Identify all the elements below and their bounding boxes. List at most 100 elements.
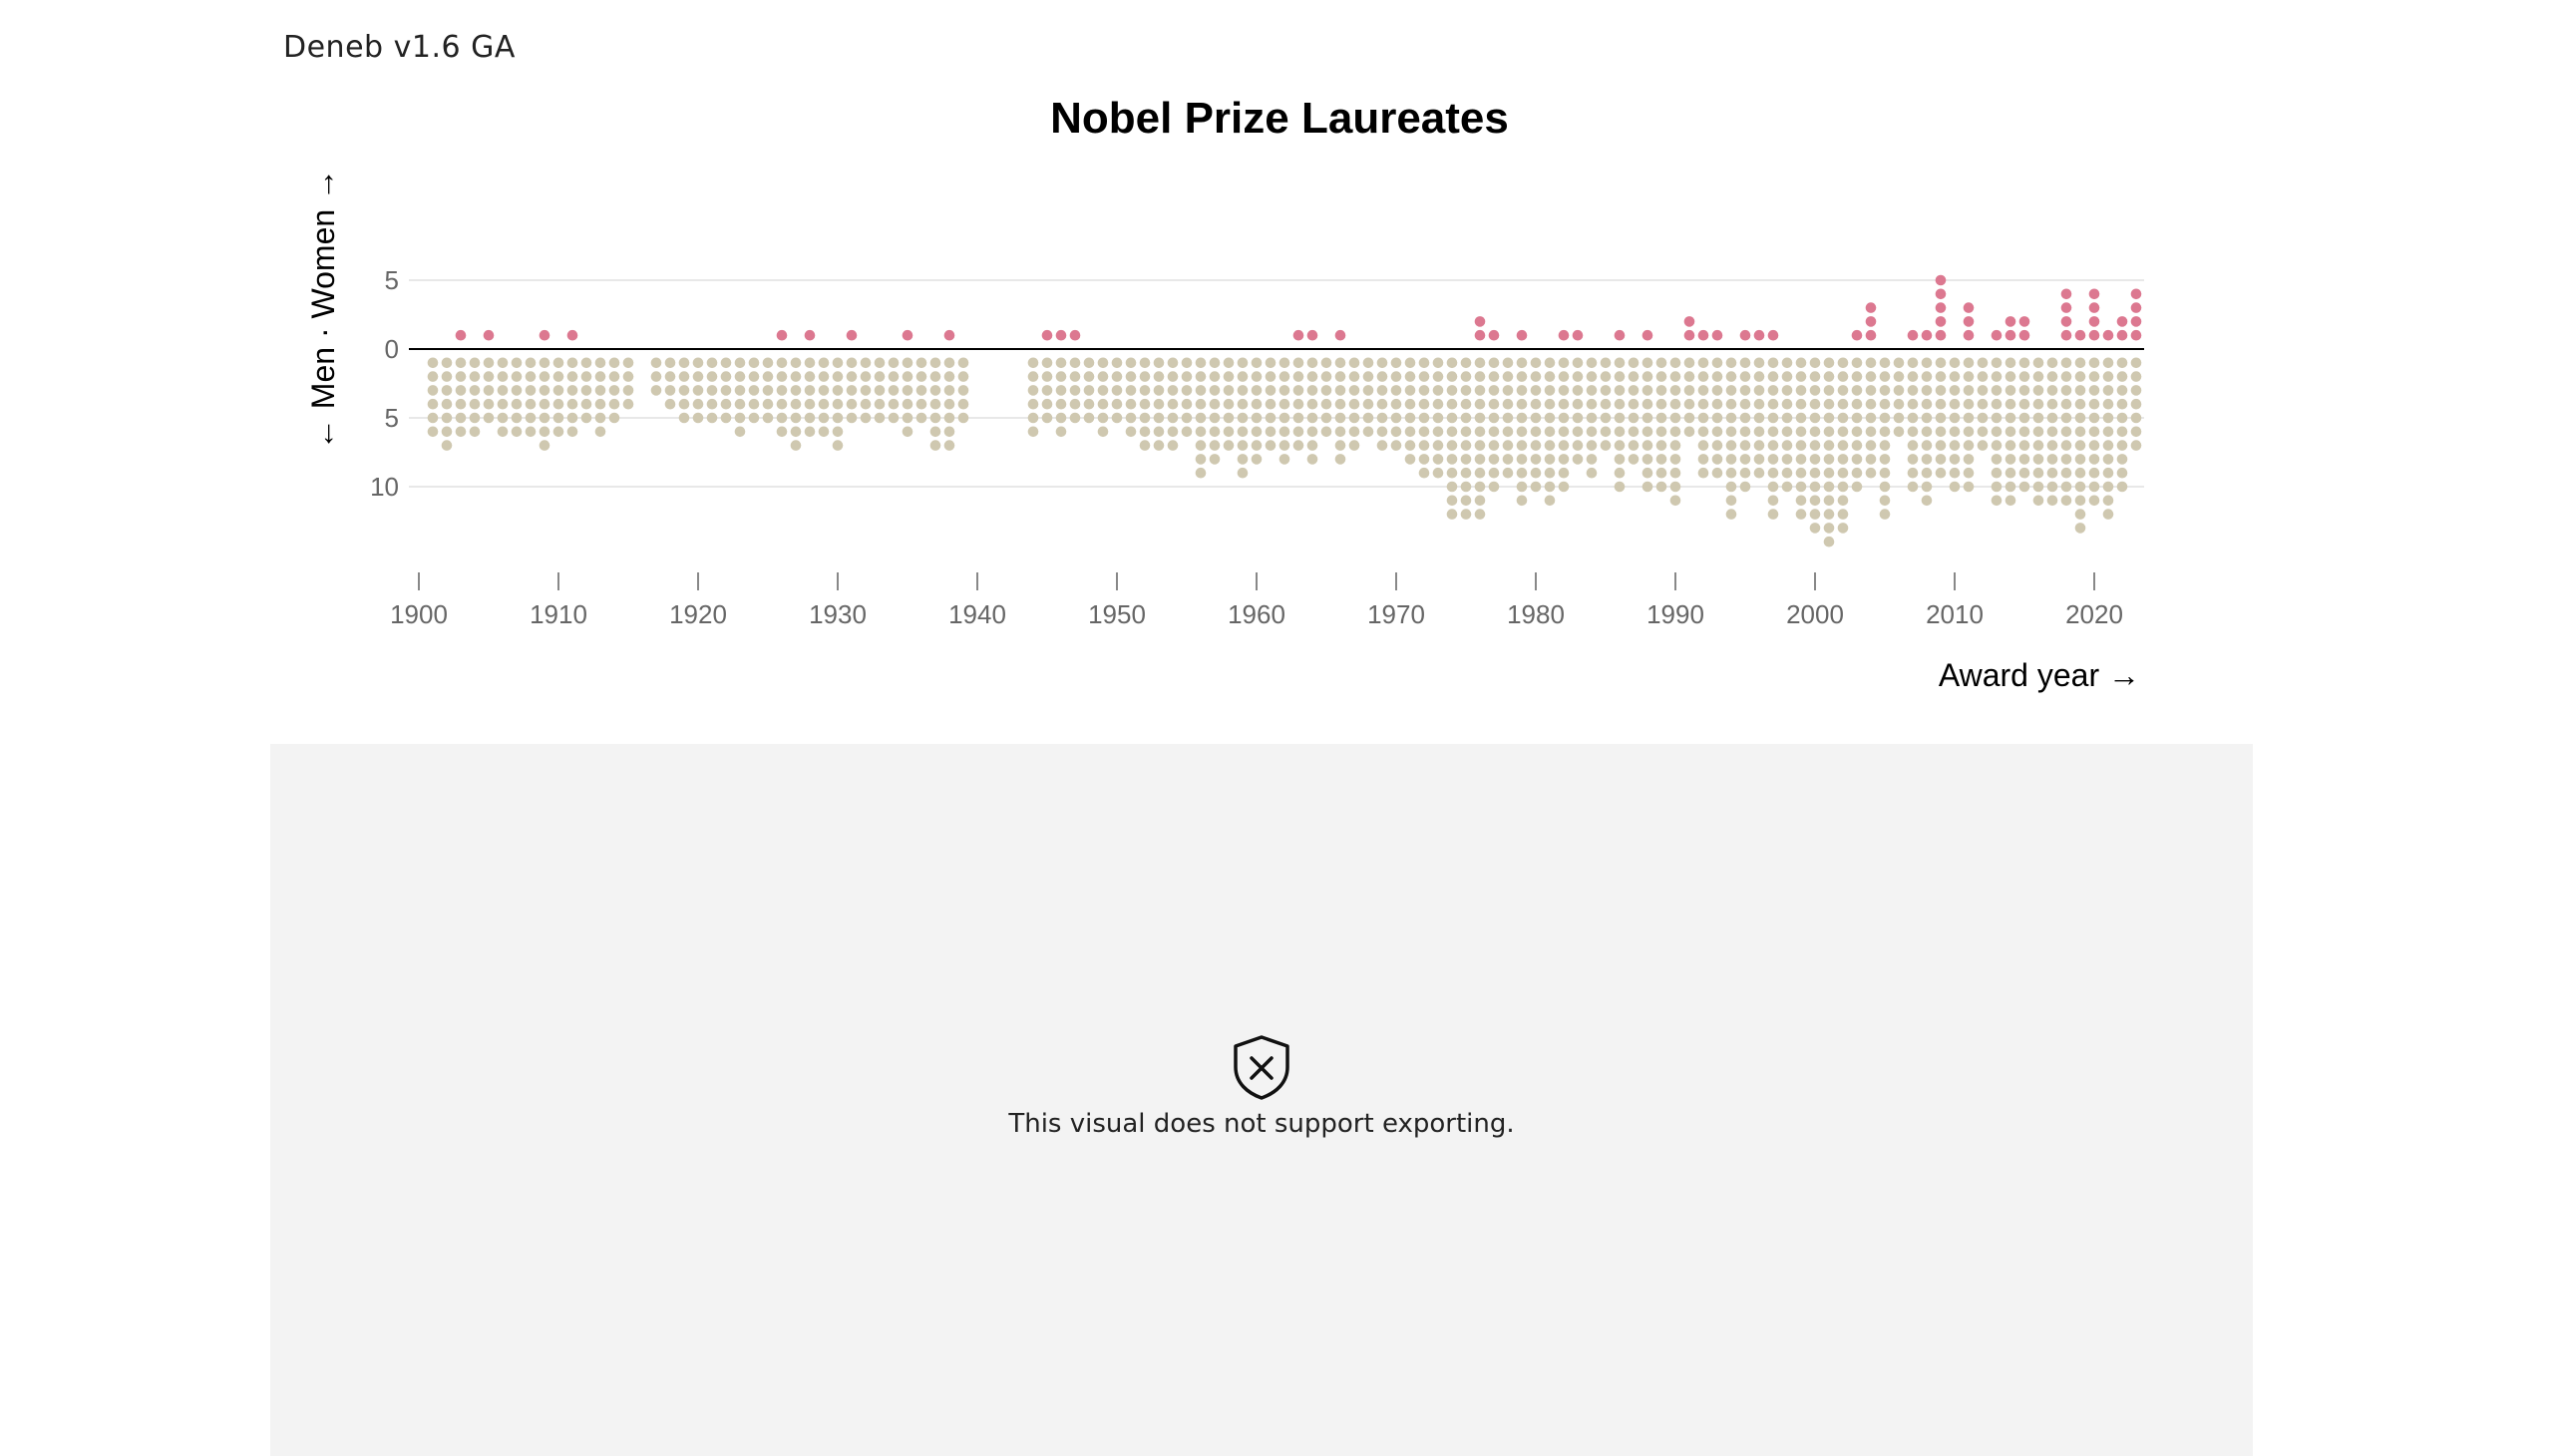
men-laureate-dot [1781, 454, 1793, 465]
men-laureate-dot [1781, 357, 1793, 369]
men-laureate-dot [1544, 426, 1556, 438]
women-laureate-dot [902, 329, 913, 341]
men-laureate-dot [1879, 509, 1891, 520]
men-laureate-dot [1823, 385, 1835, 396]
x-tick-label: 1960 [1228, 599, 1285, 629]
men-laureate-dot [1055, 398, 1067, 410]
men-laureate-dot [1921, 398, 1933, 410]
men-laureate-dot [1474, 385, 1486, 396]
men-laureate-dot [1614, 357, 1626, 369]
men-laureate-dot [1069, 371, 1081, 382]
men-laureate-dot [832, 357, 844, 369]
women-laureate-dot [483, 329, 495, 341]
men-laureate-dot [1921, 371, 1933, 382]
men-laureate-dot [1781, 398, 1793, 410]
men-laureate-dot [1809, 357, 1821, 369]
men-laureate-dot [1069, 357, 1081, 369]
men-laureate-dot [1697, 398, 1709, 410]
men-laureate-dot [1697, 454, 1709, 465]
men-laureate-dot [1055, 371, 1067, 382]
men-laureate-dot [915, 371, 927, 382]
men-laureate-dot [1725, 426, 1737, 438]
men-laureate-dot [902, 357, 913, 369]
men-laureate-dot [1320, 385, 1332, 396]
men-laureate-dot [427, 385, 439, 396]
men-laureate-dot [1432, 371, 1444, 382]
men-laureate-dot [1474, 426, 1486, 438]
men-laureate-dot [1851, 371, 1863, 382]
men-laureate-dot [790, 412, 802, 424]
men-laureate-dot [846, 398, 858, 410]
men-laureate-dot [566, 385, 578, 396]
men-laureate-dot [511, 398, 523, 410]
men-laureate-dot [1460, 440, 1472, 451]
men-laureate-dot [1893, 357, 1905, 369]
men-laureate-dot [1530, 426, 1542, 438]
men-laureate-dot [1837, 495, 1849, 507]
men-laureate-dot [1837, 440, 1849, 451]
men-laureate-dot [1390, 357, 1402, 369]
men-laureate-dot [1781, 385, 1793, 396]
men-laureate-dot [1404, 385, 1416, 396]
men-laureate-dot [2060, 495, 2072, 507]
men-laureate-dot [1949, 357, 1961, 369]
men-laureate-dot [1404, 398, 1416, 410]
men-laureate-dot [2046, 357, 2058, 369]
men-laureate-dot [846, 385, 858, 396]
women-laureate-dot [2088, 329, 2100, 341]
men-laureate-dot [622, 357, 634, 369]
women-laureate-dot [1711, 329, 1723, 341]
men-laureate-dot [1558, 412, 1570, 424]
men-laureate-dot [1753, 357, 1765, 369]
men-laureate-dot [1055, 412, 1067, 424]
men-laureate-dot [1711, 426, 1723, 438]
men-laureate-dot [1767, 398, 1779, 410]
men-laureate-dot [1460, 398, 1472, 410]
men-laureate-dot [580, 398, 592, 410]
men-laureate-dot [2046, 385, 2058, 396]
men-laureate-dot [2074, 357, 2086, 369]
women-laureate-dot [1572, 329, 1584, 341]
men-laureate-dot [1181, 385, 1193, 396]
men-laureate-dot [1348, 398, 1360, 410]
men-laureate-dot [1893, 385, 1905, 396]
men-laureate-dot [1725, 495, 1737, 507]
men-laureate-dot [2116, 467, 2128, 479]
men-laureate-dot [1614, 398, 1626, 410]
men-laureate-dot [1348, 440, 1360, 451]
men-laureate-dot [957, 357, 969, 369]
men-laureate-dot [664, 371, 676, 382]
women-laureate-dot [566, 329, 578, 341]
men-laureate-dot [1795, 398, 1807, 410]
men-laureate-dot [1097, 357, 1109, 369]
men-laureate-dot [957, 412, 969, 424]
x-tick-label: 1940 [948, 599, 1006, 629]
men-laureate-dot [1823, 426, 1835, 438]
export-unsupported-panel: This visual does not support exporting. [270, 744, 2253, 1456]
men-laureate-dot [2046, 426, 2058, 438]
men-laureate-dot [1251, 371, 1263, 382]
men-laureate-dot [846, 412, 858, 424]
men-laureate-dot [1460, 481, 1472, 493]
men-laureate-dot [1530, 467, 1542, 479]
men-laureate-dot [1949, 454, 1961, 465]
men-laureate-dot [1725, 357, 1737, 369]
men-laureate-dot [1488, 467, 1500, 479]
men-laureate-dot [1292, 357, 1304, 369]
men-laureate-dot [1516, 412, 1528, 424]
men-laureate-dot [566, 371, 578, 382]
men-laureate-dot [1921, 454, 1933, 465]
men-laureate-dot [734, 385, 746, 396]
men-laureate-dot [1851, 440, 1863, 451]
men-laureate-dot [804, 385, 816, 396]
men-laureate-dot [2060, 426, 2072, 438]
men-laureate-dot [1544, 467, 1556, 479]
women-laureate-dot [1935, 316, 1947, 327]
men-laureate-dot [748, 357, 760, 369]
men-laureate-dot [1097, 385, 1109, 396]
men-laureate-dot [2018, 371, 2030, 382]
men-laureate-dot [2130, 440, 2142, 451]
men-laureate-dot [566, 426, 578, 438]
men-laureate-dot [552, 357, 564, 369]
men-laureate-dot [734, 426, 746, 438]
